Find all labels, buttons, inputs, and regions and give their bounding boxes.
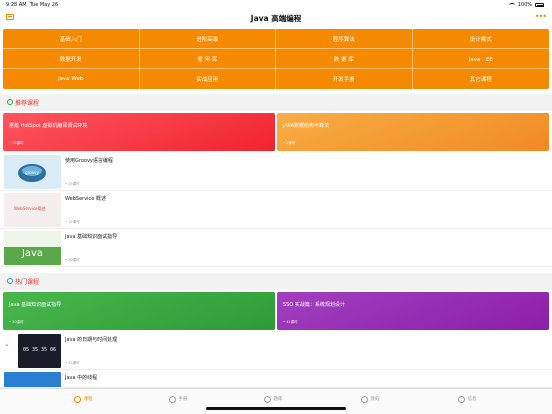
featured-course-count: • 13课时 (9, 141, 24, 145)
home-indicator (206, 407, 346, 410)
course-thumbnail: groovy (4, 155, 61, 189)
svg-text:groovy: groovy (25, 170, 39, 175)
tab-label: 手册 (178, 397, 188, 402)
featured-course-count: • 30课时 (9, 320, 24, 324)
course-thumbnail: WebService简述 (4, 193, 61, 227)
tab-label: 我的 (370, 397, 380, 402)
course-list-item[interactable]: 05 35 35 06 ☕ Java 的日期与时间处理 • 33课时 (0, 332, 552, 370)
recommend-section-title: 推荐课程 (15, 100, 40, 107)
tab-courses[interactable]: 课程 (63, 393, 103, 405)
profile-icon (360, 395, 368, 403)
category-item[interactable]: 数据开发 (3, 49, 140, 69)
course-thumbnail (4, 372, 61, 387)
category-item[interactable]: 实战应用 (140, 69, 276, 89)
category-item[interactable]: Java EE (412, 49, 549, 69)
tab-label: 题库 (273, 397, 283, 402)
course-title: 使用Groovy语言编程 (65, 158, 113, 164)
course-lesson-count: • 12课时 (65, 220, 80, 224)
course-title: Java 的日期与时间处理 (65, 337, 118, 343)
category-item[interactable]: 设计模式 (412, 29, 549, 49)
thumbnail-caption: 05 35 35 06 (22, 347, 57, 353)
page-title: Java 高端编程 (250, 14, 302, 23)
course-title: Java 基础知识面试指导 (65, 234, 118, 240)
category-item[interactable]: 其它课程 (413, 69, 550, 89)
search-icon (168, 395, 176, 403)
user-icon (457, 395, 465, 403)
status-time: 9:28 AM Tue May 26 (6, 2, 59, 8)
status-indicators: 100% (508, 2, 544, 8)
hot-section-title: 热门课程 (15, 279, 40, 286)
category-item[interactable]: 基础入门 (3, 29, 140, 49)
category-item[interactable]: Java Web (3, 69, 140, 89)
course-list-item[interactable]: Java Java 基础知识面试指导 • 30课时 (0, 229, 552, 267)
tab-label: 课程 (83, 397, 93, 402)
featured-course-card[interactable]: JAVA数据结构与算法 • 7课时 (277, 113, 549, 151)
category-item[interactable]: 常 用 库 (139, 49, 276, 69)
featured-course-card[interactable]: SSO 实战篇：系统规划设计 • 41课时 (277, 292, 549, 330)
java-logo-icon: ☕ (5, 342, 9, 347)
recommend-icon (7, 99, 13, 105)
course-thumbnail: Java (4, 231, 61, 265)
category-item[interactable]: 开发手册 (276, 69, 413, 89)
question-icon (263, 395, 271, 403)
thumbnail-caption: Java (21, 248, 44, 259)
course-list-item[interactable]: WebService简述 WebService 概述 • 12课时 (0, 191, 552, 229)
category-grid: 基础入门 进阶高级 程序算法 设计模式 数据开发 常 用 库 数 据 库 Jav… (3, 29, 549, 89)
course-icon (73, 395, 81, 403)
hot-section-header: 热门课程 (0, 273, 552, 290)
course-lesson-count: • 33课时 (65, 361, 80, 365)
course-list-item[interactable]: Java 中的线程 (0, 370, 552, 388)
featured-course-title: JAVA数据结构与算法 (283, 123, 330, 129)
battery-icon (535, 3, 544, 7)
featured-course-title: 搭建 HotSpot 虚拟机编译调试环境 (9, 123, 88, 129)
status-bar: 9:28 AM Tue May 26 100% (0, 0, 552, 10)
course-title: WebService 概述 (65, 196, 106, 202)
featured-course-count: • 7课时 (283, 141, 296, 145)
course-lesson-count: • 30课时 (65, 258, 80, 262)
battery-percent: 100% (517, 2, 532, 8)
course-title: Java 中的线程 (65, 375, 98, 381)
category-item[interactable]: 数 据 库 (276, 49, 413, 69)
tab-label: 信息 (467, 397, 477, 402)
tab-info[interactable]: 信息 (447, 393, 487, 405)
featured-course-title: SSO 实战篇：系统规划设计 (283, 302, 345, 308)
course-list-item[interactable]: groovy 使用Groovy语言编程 • 23课时 (0, 153, 552, 191)
navigation-bar: Java 高端编程 ••• (0, 10, 552, 28)
featured-course-title: Java 基础知识面试指导 (9, 302, 62, 308)
course-thumbnail: 05 35 35 06 (18, 334, 61, 368)
featured-course-card[interactable]: Java 基础知识面试指导 • 30课时 (3, 292, 275, 330)
wifi-icon (508, 3, 515, 7)
featured-course-count: • 41课时 (283, 320, 298, 324)
category-item[interactable]: 进阶高级 (139, 29, 276, 49)
course-lesson-count: • 23课时 (65, 182, 80, 186)
recommend-section-header: 推荐课程 (0, 94, 552, 111)
category-item[interactable]: 程序算法 (276, 29, 413, 49)
tab-manual[interactable]: 手册 (158, 393, 198, 405)
tab-bar: 课程 手册 题库 我的 信息 (0, 388, 552, 414)
tab-mine[interactable]: 我的 (350, 393, 390, 405)
featured-course-card[interactable]: 搭建 HotSpot 虚拟机编译调试环境 • 13课时 (3, 113, 275, 151)
thumbnail-caption: WebService简述 (14, 206, 46, 211)
hot-icon (7, 278, 13, 284)
more-options-icon[interactable]: ••• (535, 12, 547, 21)
tab-question-bank[interactable]: 题库 (253, 393, 293, 405)
